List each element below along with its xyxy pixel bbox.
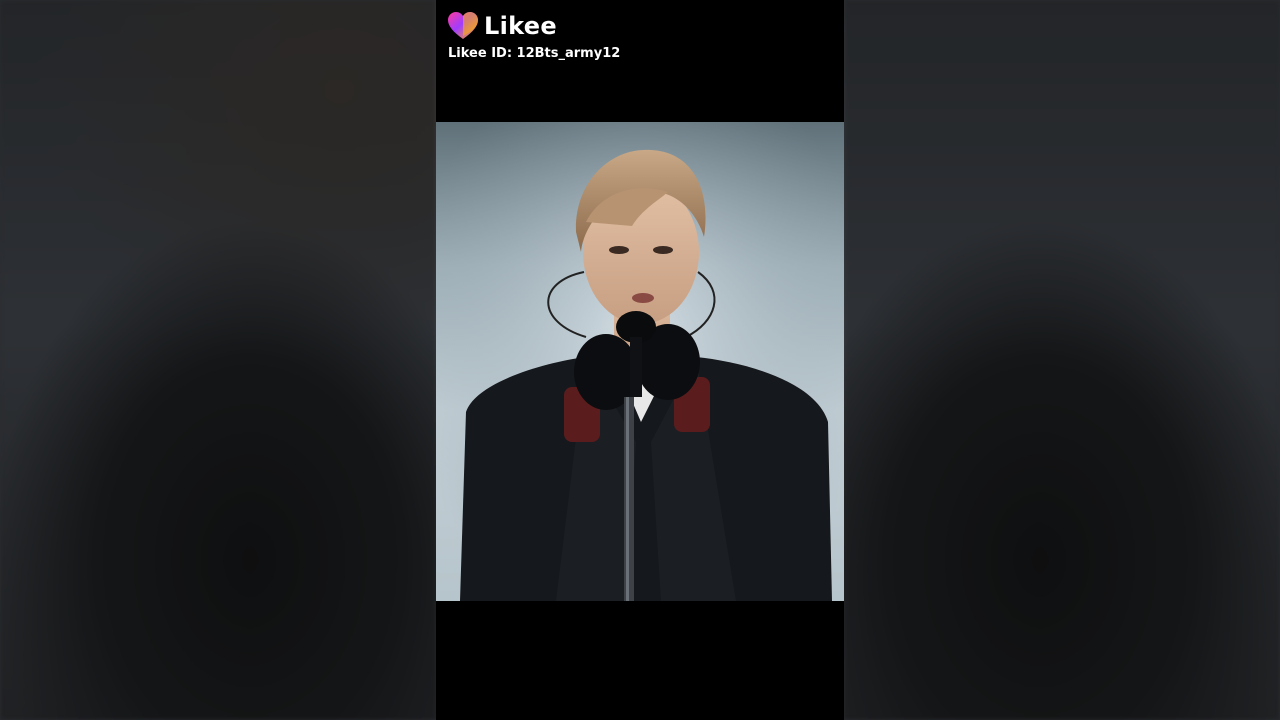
blurred-background-right	[844, 0, 1280, 720]
video-player[interactable]: Likee Likee ID: 12Bts_army12	[436, 0, 844, 720]
video-frame[interactable]	[436, 122, 844, 601]
user-id-label: Likee ID: 12Bts_army12	[448, 46, 621, 61]
heart-gradient-icon	[448, 12, 478, 39]
brand-name: Likee	[484, 12, 557, 40]
blurred-background-left	[0, 0, 436, 720]
watermark-brand: Likee	[448, 12, 557, 40]
video-content-image	[436, 122, 844, 601]
